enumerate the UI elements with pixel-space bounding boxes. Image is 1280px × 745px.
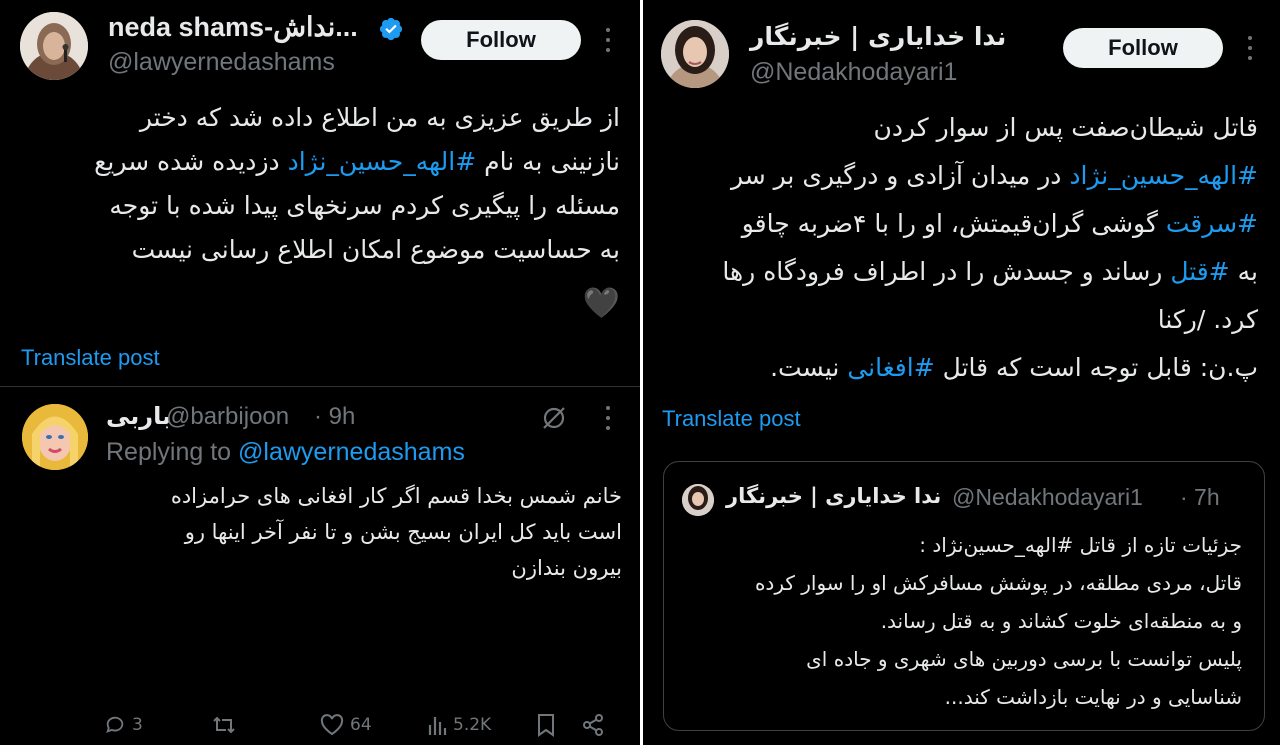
retweet-action[interactable]	[212, 714, 236, 736]
reply-line: بیرون بندازن	[511, 556, 622, 580]
reply-count: 3	[132, 715, 143, 735]
tweet-line: #الهه_حسین_نژاد در میدان آزادی و درگیری …	[658, 152, 1258, 200]
tweet-text: گوشی گران‌قیمتش، او را با ۴ضربه چاقو	[741, 209, 1166, 238]
tweet-body: قاتل شیطان‌صفت پس از سوار کردن #الهه_حسین…	[658, 104, 1258, 392]
quoted-author-handle[interactable]: @Nedakhodayari1	[952, 484, 1143, 511]
tweet-text: مسئله را پیگیری کردم سرنخهای پیدا شده با…	[109, 191, 620, 220]
follow-button[interactable]: Follow	[421, 20, 581, 60]
tweet-text: به حساسیت موضوع امکان اطلاع رسانی نیست	[131, 235, 620, 264]
reply-line: است باید کل ایران بسیج بشن و تا نفر آخر …	[184, 520, 622, 544]
reply-action[interactable]: 3	[104, 714, 143, 736]
reply-author-handle[interactable]: @barbijoon	[166, 403, 289, 431]
like-count: 64	[350, 715, 372, 735]
translate-post-link[interactable]: Translate post	[21, 345, 160, 371]
right-screenshot: ندا خدایاری | خبرنگار @Nedakhodayari1 Fo…	[643, 0, 1280, 745]
author-handle[interactable]: @Nedakhodayari1	[750, 58, 957, 87]
author-avatar[interactable]	[661, 20, 729, 88]
tweet-line: نازنینی به نام #الهه_حسین_نژاد دزدیده شد…	[20, 140, 620, 184]
hashtag-link[interactable]: #الهه_حسین_نژاد	[288, 147, 477, 176]
quote-line: قاتل، مردی مطلقه، در پوشش مسافرکش او را …	[754, 571, 1242, 595]
tweet-text: رساند و جسدش را در اطراف فرودگاه رها	[722, 257, 1171, 286]
tweet-text: قاتل شیطان‌صفت پس از سوار کردن	[873, 113, 1258, 142]
left-screenshot: neda shams-نداش... @lawyernedashams Foll…	[0, 0, 640, 745]
author-avatar[interactable]	[20, 12, 88, 80]
share-action[interactable]	[582, 714, 604, 736]
verified-badge-icon	[378, 16, 404, 42]
more-options-icon[interactable]	[1245, 36, 1255, 60]
like-icon	[320, 714, 344, 736]
tweet-body: از طریق عزیزی به من اطلاع داده شد که دخت…	[20, 96, 620, 272]
tweet-text: پ.ن: قابل توجه است که قاتل	[934, 353, 1258, 382]
follow-button[interactable]: Follow	[1063, 28, 1223, 68]
tweet-text: نیست.	[770, 353, 848, 382]
author-name[interactable]: neda shams-نداش...	[108, 12, 358, 43]
author-handle[interactable]: @lawyernedashams	[108, 48, 335, 77]
tweet-text: دزدیده شده سریع	[94, 147, 288, 176]
share-icon	[583, 714, 603, 736]
quoted-tweet-body: جزئیات تازه از قاتل #الهه_حسین‌نژاد : قا…	[672, 526, 1242, 716]
views-action[interactable]: 5.2K	[427, 714, 491, 736]
translate-post-link[interactable]: Translate post	[662, 406, 801, 432]
reply-timestamp[interactable]: · 9h	[314, 403, 355, 431]
views-count: 5.2K	[453, 715, 492, 735]
bookmark-icon	[538, 714, 554, 737]
replying-to-prefix: Replying to	[106, 438, 239, 466]
replying-to: Replying to @lawyernedashams	[106, 438, 465, 467]
quoted-tweet[interactable]: ندا خدایاری | خبرنگار @Nedakhodayari1 · …	[663, 461, 1265, 731]
author-name[interactable]: ندا خدایاری | خبرنگار	[750, 22, 1006, 51]
reply-line: خانم شمس بخدا قسم اگر کار افغانی های حرا…	[170, 484, 622, 508]
quoted-author-avatar[interactable]	[682, 484, 714, 516]
quoted-timestamp[interactable]: · 7h	[1180, 484, 1220, 511]
reply-author-avatar[interactable]	[22, 404, 88, 470]
tweet-line: کرد. /رکنا	[658, 296, 1258, 344]
more-options-icon[interactable]	[603, 28, 613, 52]
reply-icon	[106, 716, 124, 733]
reply-author-name[interactable]: باربی	[106, 402, 171, 430]
hashtag-link[interactable]: #قتل	[1170, 257, 1229, 286]
quote-line: و به منطقه‌ای خلوت کشاند و به قتل رساند.	[880, 609, 1242, 633]
quote-line: جزئیات تازه از قاتل #الهه_حسین‌نژاد :	[919, 533, 1242, 557]
tweet-line: به #قتل رساند و جسدش را در اطراف فرودگاه…	[658, 248, 1258, 296]
grok-icon[interactable]	[540, 404, 568, 432]
like-action[interactable]: 64	[320, 714, 372, 736]
replying-to-handle[interactable]: @lawyernedashams	[238, 438, 465, 466]
reply-more-options-icon[interactable]	[603, 406, 613, 430]
tweet-text: از طریق عزیزی به من اطلاع داده شد که دخت…	[139, 103, 620, 132]
reply-body: خانم شمس بخدا قسم اگر کار افغانی های حرا…	[82, 478, 622, 586]
quoted-author-name[interactable]: ندا خدایاری | خبرنگار	[726, 484, 941, 508]
quote-line: پلیس توانست با برسی دوربین های شهری و جا…	[806, 647, 1242, 671]
views-icon	[428, 717, 447, 735]
hashtag-link[interactable]: #افغانی	[847, 353, 934, 382]
tweet-text: کرد. /رکنا	[1157, 305, 1258, 334]
tweet-line: پ.ن: قابل توجه است که قاتل #افغانی نیست.	[658, 344, 1258, 392]
bookmark-action[interactable]	[536, 713, 556, 737]
tweet-text: نازنینی به نام	[476, 147, 620, 176]
tweet-line: مسئله را پیگیری کردم سرنخهای پیدا شده با…	[20, 184, 620, 228]
divider	[0, 386, 640, 387]
hashtag-link[interactable]: #الهه_حسین_نژاد	[1069, 161, 1258, 190]
tweet-text: به	[1229, 257, 1258, 286]
tweet-line: #سرقت گوشی گران‌قیمتش، او را با ۴ضربه چا…	[658, 200, 1258, 248]
tweet-text: در میدان آزادی و درگیری بر سر	[730, 161, 1070, 190]
hashtag-link[interactable]: #سرقت	[1166, 209, 1258, 238]
retweet-icon	[213, 716, 235, 734]
tweet-line: از طریق عزیزی به من اطلاع داده شد که دخت…	[20, 96, 620, 140]
tweet-line: به حساسیت موضوع امکان اطلاع رسانی نیست	[20, 228, 620, 272]
quote-line: شناسایی و در نهایت بازداشت کند...	[944, 685, 1242, 709]
black-heart-emoji: 🖤	[582, 286, 620, 321]
tweet-line: قاتل شیطان‌صفت پس از سوار کردن	[658, 104, 1258, 152]
